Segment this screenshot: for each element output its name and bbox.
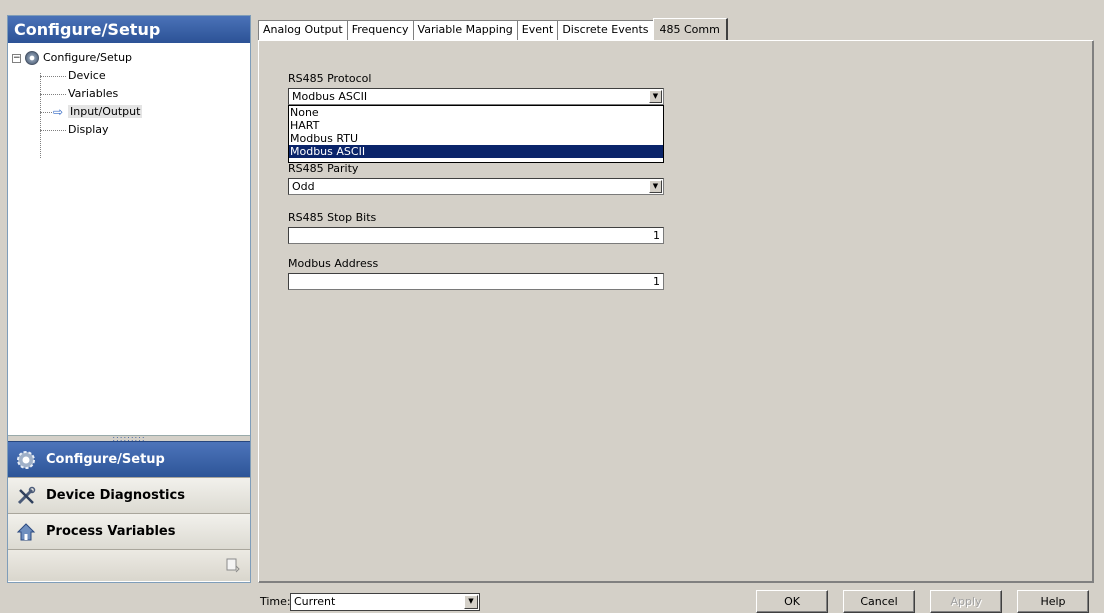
tab-page-485-comm: RS485 Protocol Modbus ASCII ▼ None HART … [258,40,1094,583]
tree-root-label: Configure/Setup [43,51,133,64]
nav-label: Process Variables [46,524,176,539]
arrow-right-icon: ⇨ [53,105,64,119]
configure-buttons-icon[interactable] [224,557,240,573]
tools-icon [16,486,36,506]
tree-item-label: Input/Output [68,105,143,118]
tab-discrete-events[interactable]: Discrete Events [557,20,654,40]
tab-analog-output[interactable]: Analog Output [258,20,348,40]
nav-device-diagnostics[interactable]: Device Diagnostics [8,477,250,513]
tab-strip: Analog Output Frequency Variable Mapping… [258,18,728,40]
gear-icon [25,51,39,65]
modbus-address-label: Modbus Address [288,257,379,270]
nav-label: Device Diagnostics [46,488,185,503]
ok-button[interactable]: OK [756,590,828,613]
tab-485-comm[interactable]: 485 Comm [652,18,728,40]
chevron-down-icon[interactable]: ▼ [649,90,662,103]
tree-item-label: Display [68,123,109,136]
dropdown-option-hart[interactable]: HART [289,119,663,132]
nav-configure-setup[interactable]: Configure/Setup [8,441,250,477]
chevron-down-icon[interactable]: ▼ [464,595,478,609]
tree-item-device[interactable]: Device [8,67,250,85]
chevron-down-icon[interactable]: ▼ [649,180,662,193]
tree-item-variables[interactable]: Variables [8,85,250,103]
tree-item-label: Variables [68,87,119,100]
parity-value: Odd [292,180,315,193]
protocol-select[interactable]: Modbus ASCII ▼ [288,88,664,105]
parity-select[interactable]: Odd ▼ [288,178,664,195]
tab-event[interactable]: Event [516,20,559,40]
config-tree: − Configure/Setup Device Variables ⇨ Inp… [8,43,250,435]
navigation-panel: Configure/Setup − Configure/Setup Device… [7,15,251,583]
tab-frequency[interactable]: Frequency [346,20,414,40]
time-label: Time: [260,595,291,608]
panel-title: Configure/Setup [8,16,250,43]
stop-bits-label: RS485 Stop Bits [288,211,377,224]
help-button[interactable]: Help [1017,590,1089,613]
tree-root-configure-setup[interactable]: − Configure/Setup [8,49,250,67]
protocol-label: RS485 Protocol [288,72,372,85]
tree-item-input-output[interactable]: ⇨ Input/Output [8,103,250,121]
tree-item-label: Device [68,69,106,82]
dropdown-option-modbus-rtu[interactable]: Modbus RTU [289,132,663,145]
collapse-icon[interactable]: − [12,53,21,63]
nav-process-variables[interactable]: Process Variables [8,513,250,549]
time-value: Current [294,595,336,608]
parity-label: RS485 Parity [288,162,359,175]
dropdown-option-modbus-ascii[interactable]: Modbus ASCII [289,145,663,158]
dropdown-option-none[interactable]: None [289,106,663,119]
time-select[interactable]: Current ▼ [290,593,480,611]
nav-label: Configure/Setup [46,452,165,467]
protocol-dropdown-list: None HART Modbus RTU Modbus ASCII [288,105,664,163]
protocol-value: Modbus ASCII [292,90,368,103]
apply-button[interactable]: Apply [930,590,1002,613]
cancel-button[interactable]: Cancel [843,590,915,613]
stop-bits-field[interactable]: 1 [288,227,664,244]
nav-footer [8,549,250,581]
tab-variable-mapping[interactable]: Variable Mapping [412,20,518,40]
gear-icon [16,450,36,470]
modbus-address-field[interactable]: 1 [288,273,664,290]
tree-item-display[interactable]: Display [8,121,250,139]
home-icon [16,522,36,542]
